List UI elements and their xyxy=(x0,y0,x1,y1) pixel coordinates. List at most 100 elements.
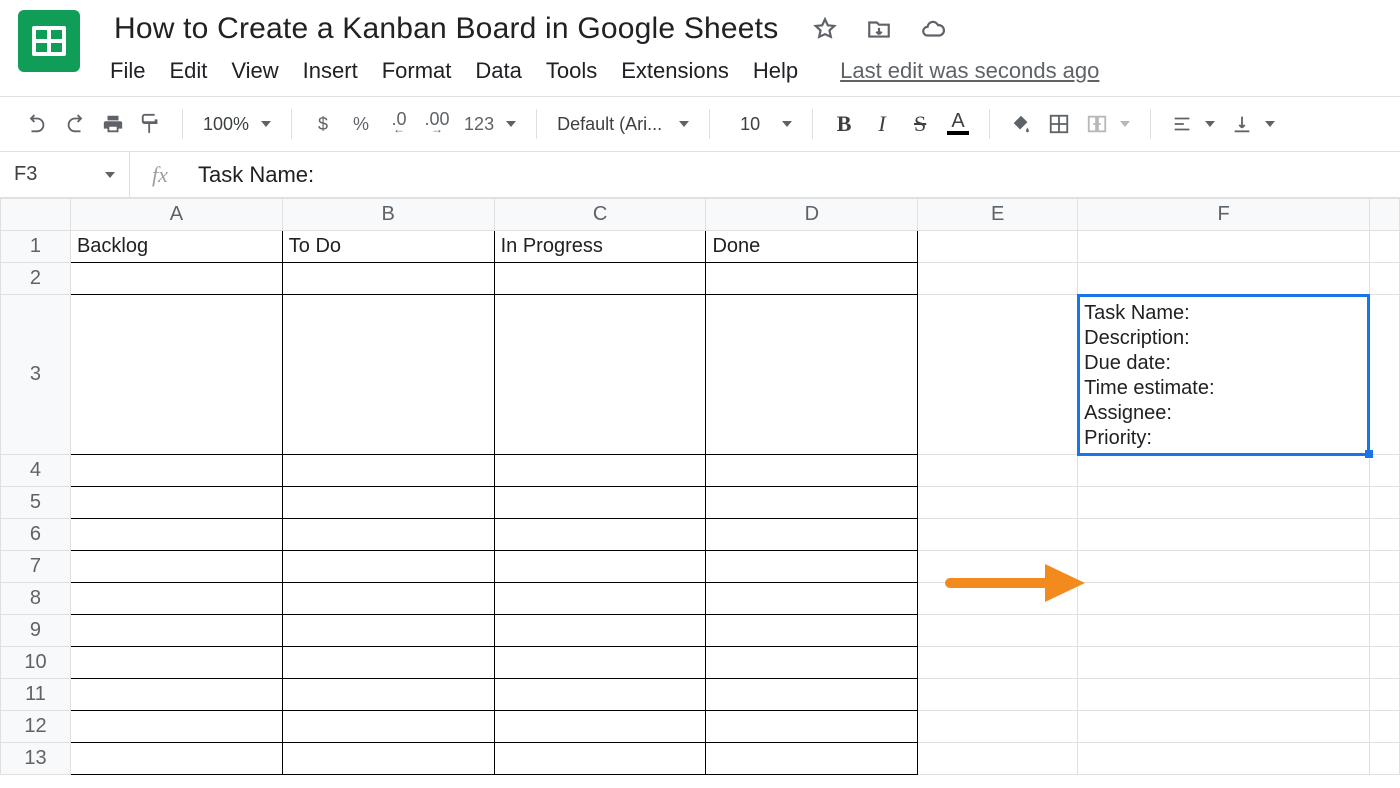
cell-F5[interactable] xyxy=(1078,487,1370,519)
row-header-1[interactable]: 1 xyxy=(1,231,71,263)
cell-F3[interactable]: Task Name: Description: Due date: Time e… xyxy=(1078,295,1370,455)
cell-A8[interactable] xyxy=(70,583,282,615)
cell-F13[interactable] xyxy=(1078,743,1370,775)
cell-B10[interactable] xyxy=(282,647,494,679)
cell-C7[interactable] xyxy=(494,551,706,583)
row-header-11[interactable]: 11 xyxy=(1,679,71,711)
cell-C6[interactable] xyxy=(494,519,706,551)
star-icon[interactable] xyxy=(808,12,842,46)
row-header-4[interactable]: 4 xyxy=(1,455,71,487)
redo-button[interactable] xyxy=(58,107,92,141)
zoom-dropdown[interactable]: 100% xyxy=(197,114,277,135)
row-header-13[interactable]: 13 xyxy=(1,743,71,775)
cell-D8[interactable] xyxy=(706,583,918,615)
print-button[interactable] xyxy=(96,107,130,141)
row-header-8[interactable]: 8 xyxy=(1,583,71,615)
cell-G6[interactable] xyxy=(1369,519,1399,551)
menu-insert[interactable]: Insert xyxy=(303,58,358,84)
cell-C5[interactable] xyxy=(494,487,706,519)
cell-F7[interactable] xyxy=(1078,551,1370,583)
cell-C13[interactable] xyxy=(494,743,706,775)
cell-E12[interactable] xyxy=(918,711,1078,743)
cell-D12[interactable] xyxy=(706,711,918,743)
cell-B11[interactable] xyxy=(282,679,494,711)
cell-A6[interactable] xyxy=(70,519,282,551)
cell-G10[interactable] xyxy=(1369,647,1399,679)
cell-A3[interactable] xyxy=(70,295,282,455)
cell-B9[interactable] xyxy=(282,615,494,647)
cell-C12[interactable] xyxy=(494,711,706,743)
cell-G9[interactable] xyxy=(1369,615,1399,647)
cell-E13[interactable] xyxy=(918,743,1078,775)
cell-C4[interactable] xyxy=(494,455,706,487)
cell-E3[interactable] xyxy=(918,295,1078,455)
cell-E11[interactable] xyxy=(918,679,1078,711)
cell-F10[interactable] xyxy=(1078,647,1370,679)
cell-E9[interactable] xyxy=(918,615,1078,647)
sheets-logo[interactable] xyxy=(18,10,80,72)
format-percent-button[interactable]: % xyxy=(344,107,378,141)
formula-input[interactable]: Task Name: xyxy=(190,162,314,188)
cell-C1[interactable]: In Progress xyxy=(494,231,706,263)
cell-A12[interactable] xyxy=(70,711,282,743)
font-size-dropdown[interactable]: 10 xyxy=(724,114,798,135)
cell-B2[interactable] xyxy=(282,263,494,295)
row-header-6[interactable]: 6 xyxy=(1,519,71,551)
horizontal-align-dropdown[interactable] xyxy=(1165,113,1221,135)
col-header-extra[interactable] xyxy=(1369,199,1399,231)
cell-A2[interactable] xyxy=(70,263,282,295)
bold-button[interactable]: B xyxy=(827,107,861,141)
cell-E10[interactable] xyxy=(918,647,1078,679)
cell-B12[interactable] xyxy=(282,711,494,743)
menu-format[interactable]: Format xyxy=(382,58,452,84)
cell-B3[interactable] xyxy=(282,295,494,455)
col-header-C[interactable]: C xyxy=(494,199,706,231)
col-header-A[interactable]: A xyxy=(70,199,282,231)
cell-F11[interactable] xyxy=(1078,679,1370,711)
cell-D13[interactable] xyxy=(706,743,918,775)
cloud-status-icon[interactable] xyxy=(916,12,950,46)
cell-E2[interactable] xyxy=(918,263,1078,295)
cell-B5[interactable] xyxy=(282,487,494,519)
cell-D10[interactable] xyxy=(706,647,918,679)
col-header-D[interactable]: D xyxy=(706,199,918,231)
merge-cells-dropdown[interactable] xyxy=(1080,113,1136,135)
cell-D3[interactable] xyxy=(706,295,918,455)
cell-D1[interactable]: Done xyxy=(706,231,918,263)
cell-E4[interactable] xyxy=(918,455,1078,487)
cell-C9[interactable] xyxy=(494,615,706,647)
row-header-10[interactable]: 10 xyxy=(1,647,71,679)
cell-G12[interactable] xyxy=(1369,711,1399,743)
menu-extensions[interactable]: Extensions xyxy=(621,58,729,84)
cell-G8[interactable] xyxy=(1369,583,1399,615)
cell-G7[interactable] xyxy=(1369,551,1399,583)
cell-A5[interactable] xyxy=(70,487,282,519)
paint-format-button[interactable] xyxy=(134,107,168,141)
row-header-7[interactable]: 7 xyxy=(1,551,71,583)
cell-D4[interactable] xyxy=(706,455,918,487)
row-header-12[interactable]: 12 xyxy=(1,711,71,743)
cell-G3[interactable] xyxy=(1369,295,1399,455)
move-icon[interactable] xyxy=(862,12,896,46)
row-header-3[interactable]: 3 xyxy=(1,295,71,455)
cell-D2[interactable] xyxy=(706,263,918,295)
cell-G5[interactable] xyxy=(1369,487,1399,519)
cell-A10[interactable] xyxy=(70,647,282,679)
row-header-5[interactable]: 5 xyxy=(1,487,71,519)
name-box[interactable]: F3 xyxy=(0,152,130,197)
cell-C3[interactable] xyxy=(494,295,706,455)
col-header-B[interactable]: B xyxy=(282,199,494,231)
cell-B6[interactable] xyxy=(282,519,494,551)
menu-file[interactable]: File xyxy=(110,58,145,84)
row-header-2[interactable]: 2 xyxy=(1,263,71,295)
document-title[interactable]: How to Create a Kanban Board in Google S… xyxy=(110,10,782,48)
cell-D11[interactable] xyxy=(706,679,918,711)
cell-C2[interactable] xyxy=(494,263,706,295)
col-header-E[interactable]: E xyxy=(918,199,1078,231)
cell-B8[interactable] xyxy=(282,583,494,615)
menu-data[interactable]: Data xyxy=(475,58,521,84)
cell-F9[interactable] xyxy=(1078,615,1370,647)
borders-button[interactable] xyxy=(1042,107,1076,141)
fill-color-button[interactable] xyxy=(1004,107,1038,141)
number-format-dropdown[interactable]: 123 xyxy=(458,114,522,135)
